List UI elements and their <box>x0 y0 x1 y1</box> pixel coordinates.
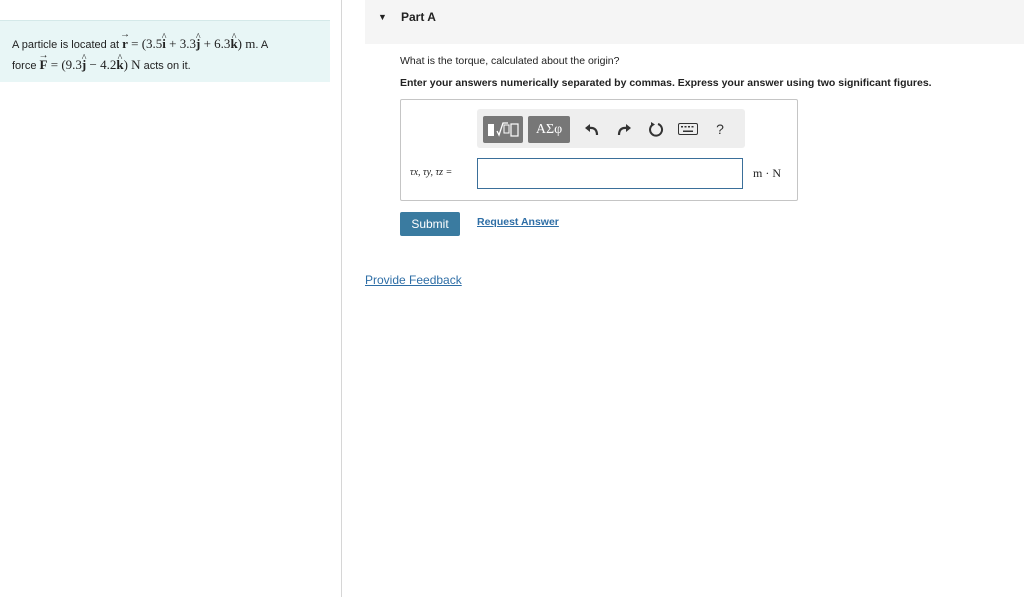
variable-label: τx, τy, τz = <box>410 167 453 178</box>
problem-text: acts on it. <box>140 60 191 72</box>
collapse-caret-icon[interactable]: ▼ <box>378 12 387 22</box>
help-icon[interactable]: ? <box>708 117 732 141</box>
math-toolbar: ΑΣφ ? <box>477 109 745 148</box>
units-label: m · N <box>753 166 781 180</box>
undo-icon[interactable] <box>580 117 604 141</box>
templates-icon <box>488 121 519 137</box>
answer-box: ΑΣφ ? τx, τy, τz = m · N <box>400 99 798 201</box>
redo-icon[interactable] <box>612 117 636 141</box>
problem-text: force <box>12 60 40 72</box>
submit-button[interactable]: Submit <box>400 212 460 236</box>
problem-text: A particle is located at <box>12 39 123 51</box>
problem-statement: A particle is located at r = (3.5i + 3.3… <box>0 20 330 82</box>
keyboard-icon[interactable] <box>676 118 700 140</box>
request-answer-link[interactable]: Request Answer <box>477 216 559 228</box>
part-a-header[interactable]: ▼ Part A <box>365 0 1024 44</box>
templates-button[interactable] <box>483 116 523 143</box>
part-title: Part A <box>401 10 436 24</box>
problem-text: . A <box>255 39 269 51</box>
reset-icon[interactable] <box>644 117 668 141</box>
position-vector: r = (3.5i + 3.3j + 6.3k) m <box>122 36 255 51</box>
provide-feedback-link[interactable]: Provide Feedback <box>365 273 462 287</box>
force-vector: F = (9.3j − 4.2k) N <box>40 57 141 72</box>
instruction-text: Enter your answers numerically separated… <box>400 77 932 89</box>
answer-input[interactable] <box>477 158 743 189</box>
problem-panel: A particle is located at r = (3.5i + 3.3… <box>0 0 342 597</box>
question-text: What is the torque, calculated about the… <box>400 55 620 67</box>
greek-symbols-button[interactable]: ΑΣφ <box>528 116 570 143</box>
